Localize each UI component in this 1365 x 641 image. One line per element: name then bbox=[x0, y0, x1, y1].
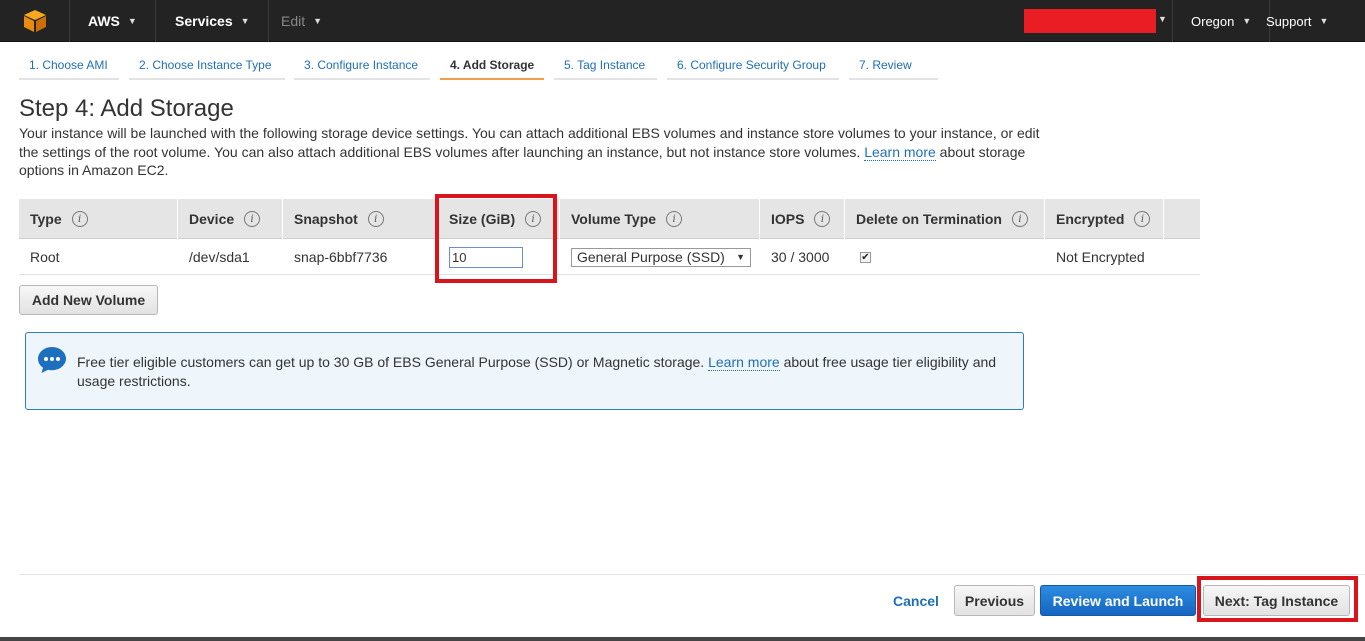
highlight-box-size bbox=[435, 194, 557, 283]
info-text-start: Free tier eligible customers can get up … bbox=[77, 354, 705, 370]
tab-configure-instance[interactable]: 3. Configure Instance bbox=[294, 53, 430, 80]
aws-label: AWS bbox=[88, 13, 120, 29]
cancel-button[interactable]: Cancel bbox=[885, 586, 947, 616]
top-navigation-bar: AWS ▼ Services ▼ Edit ▼ ▼ Oregon ▼ Suppo… bbox=[0, 0, 1365, 42]
table-row: Root /dev/sda1 snap-6bbf7736 General Pur… bbox=[19, 239, 1200, 275]
previous-button[interactable]: Previous bbox=[954, 585, 1035, 616]
info-icon[interactable]: i bbox=[71, 211, 88, 227]
page-description: Your instance will be launched with the … bbox=[19, 124, 1049, 180]
review-and-launch-button[interactable]: Review and Launch bbox=[1040, 585, 1196, 616]
storage-table: Type i Device i Snapshot i Size (GiB) i Volu… bbox=[19, 199, 1200, 275]
column-header-type: Type i bbox=[19, 199, 178, 239]
tab-tag-instance[interactable]: 5. Tag Instance bbox=[554, 53, 657, 80]
add-new-volume-button[interactable]: Add New Volume bbox=[19, 285, 158, 315]
highlight-box-next bbox=[1197, 576, 1358, 622]
chevron-down-icon: ▼ bbox=[240, 16, 250, 26]
chevron-down-icon: ▼ bbox=[1319, 16, 1329, 26]
support-menu[interactable]: Support ▼ bbox=[1248, 0, 1346, 42]
free-tier-info-text: Free tier eligible customers can get up … bbox=[77, 353, 1017, 390]
tab-choose-instance-type[interactable]: 2. Choose Instance Type bbox=[129, 53, 285, 80]
column-header-snapshot: Snapshot i bbox=[283, 199, 438, 239]
volume-type-selected: General Purpose (SSD) bbox=[577, 249, 725, 265]
volume-type-select[interactable]: General Purpose (SSD) ▼ bbox=[571, 247, 751, 267]
support-label: Support bbox=[1266, 13, 1312, 29]
column-header-delete-on-termination: Delete on Termination i bbox=[845, 199, 1045, 239]
dropdown-arrow-icon: ▼ bbox=[736, 252, 745, 262]
bottom-edge-bar bbox=[0, 637, 1365, 641]
footer-divider bbox=[19, 574, 1365, 575]
tab-add-storage[interactable]: 4. Add Storage bbox=[440, 53, 544, 80]
info-icon[interactable]: i bbox=[1134, 211, 1151, 227]
info-icon[interactable]: i bbox=[666, 211, 683, 227]
tab-review[interactable]: 7. Review bbox=[849, 53, 938, 80]
column-header-device: Device i bbox=[178, 199, 283, 239]
page-title: Step 4: Add Storage bbox=[19, 95, 234, 122]
edit-menu[interactable]: Edit ▼ bbox=[263, 0, 340, 42]
free-tier-info-box: Free tier eligible customers can get up … bbox=[25, 332, 1024, 410]
redacted-account-name[interactable] bbox=[1024, 9, 1156, 33]
info-icon[interactable]: i bbox=[1011, 211, 1028, 227]
info-icon[interactable]: i bbox=[367, 211, 384, 227]
services-label: Services bbox=[175, 13, 233, 29]
free-tier-learn-more-link[interactable]: Learn more bbox=[708, 354, 780, 371]
tab-choose-ami[interactable]: 1. Choose AMI bbox=[19, 53, 119, 80]
column-header-volume-type: Volume Type i bbox=[560, 199, 760, 239]
cell-encrypted: Not Encrypted bbox=[1056, 249, 1145, 265]
region-label: Oregon bbox=[1191, 13, 1235, 29]
chat-bubble-icon bbox=[38, 347, 66, 373]
chevron-down-icon: ▼ bbox=[313, 16, 323, 26]
aws-cube-logo-icon[interactable] bbox=[0, 0, 70, 42]
tab-configure-security-group[interactable]: 6. Configure Security Group bbox=[667, 53, 839, 80]
info-icon[interactable]: i bbox=[244, 211, 261, 227]
info-icon[interactable]: i bbox=[814, 211, 831, 227]
aws-home-menu[interactable]: AWS ▼ bbox=[70, 0, 156, 42]
chevron-down-icon: ▼ bbox=[127, 16, 137, 26]
table-header-row: Type i Device i Snapshot i Size (GiB) i Volu… bbox=[19, 199, 1200, 239]
services-menu[interactable]: Services ▼ bbox=[157, 0, 269, 42]
column-header-iops: IOPS i bbox=[760, 199, 845, 239]
cell-device: /dev/sda1 bbox=[189, 249, 250, 265]
delete-on-termination-checkbox[interactable]: ✔ bbox=[860, 251, 871, 263]
learn-more-link[interactable]: Learn more bbox=[864, 143, 936, 161]
cell-iops: 30 / 3000 bbox=[771, 249, 830, 265]
cell-type: Root bbox=[30, 249, 60, 265]
cell-snapshot: snap-6bbf7736 bbox=[294, 249, 388, 265]
cell-volume-type: General Purpose (SSD) ▼ bbox=[560, 239, 751, 275]
chevron-down-icon[interactable]: ▼ bbox=[1158, 14, 1167, 24]
column-header-encrypted: Encrypted i bbox=[1045, 199, 1164, 239]
edit-label: Edit bbox=[281, 13, 306, 29]
cell-delete-on-termination: ✔ bbox=[849, 239, 871, 275]
